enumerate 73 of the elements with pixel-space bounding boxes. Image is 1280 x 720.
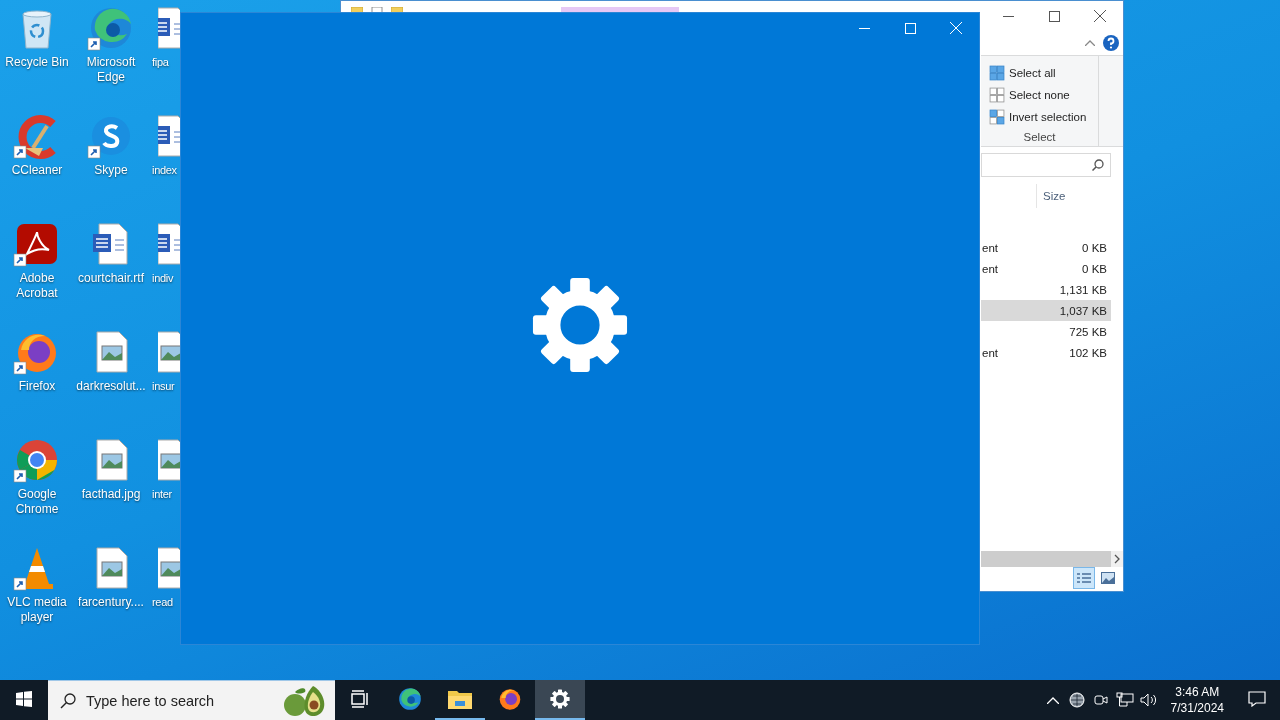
image-icon[interactable] xyxy=(158,328,180,376)
close-icon[interactable] xyxy=(1094,10,1106,22)
desktop-icon-label: Microsoft Edge xyxy=(85,55,137,85)
ribbon-group-label: Select xyxy=(1022,131,1057,143)
file-row[interactable]: ent 0 KB xyxy=(981,258,1111,279)
network-icon[interactable] xyxy=(1115,692,1134,708)
maximize-icon[interactable] xyxy=(1048,10,1060,22)
desktop-icon-label: fipa xyxy=(152,55,169,70)
desktop-icon-label: courtchair.rtf xyxy=(78,271,144,286)
details-view-icon xyxy=(1077,572,1091,584)
notification-icon xyxy=(1248,691,1266,707)
grid-icon xyxy=(989,65,1005,81)
grid-icon xyxy=(989,87,1005,103)
file-row[interactable]: 1,037 KB xyxy=(981,300,1111,321)
table-cell: ent xyxy=(982,241,998,254)
table-cell: 102 KB xyxy=(1069,346,1107,359)
table-cell: 0 KB xyxy=(1082,241,1107,254)
word-icon[interactable] xyxy=(158,112,180,160)
desktop-icon-label: VLC media player xyxy=(6,595,68,625)
ribbon-command[interactable]: Invert selection xyxy=(989,106,1098,128)
help-icon[interactable] xyxy=(1103,35,1119,51)
task-view-icon xyxy=(350,690,370,708)
ribbon-command[interactable]: Select all xyxy=(989,62,1098,84)
desktop-icon-label: Adobe Acrobat xyxy=(15,271,59,301)
search-icon xyxy=(60,692,76,709)
file-row[interactable]: 1,131 KB xyxy=(981,279,1111,300)
firefox-icon xyxy=(497,686,523,712)
camera-icon[interactable] xyxy=(1092,692,1109,708)
globe-icon[interactable] xyxy=(1068,692,1085,708)
ribbon-command[interactable]: Select none xyxy=(989,84,1098,106)
desktop-icon-label: Skype xyxy=(94,163,128,178)
settings-icon xyxy=(550,689,570,709)
desktop-icon-label: indiv xyxy=(152,271,174,286)
folder-icon xyxy=(447,688,473,710)
column-header[interactable]: Size xyxy=(1036,184,1113,208)
table-cell: 725 KB xyxy=(1069,325,1107,338)
settings-icon xyxy=(531,275,629,374)
picture-view-icon xyxy=(1101,572,1115,584)
word-icon[interactable] xyxy=(158,220,180,268)
desktop-icon-label: Firefox xyxy=(18,379,56,394)
desktop-icon-label: read xyxy=(152,595,173,610)
desktop-icon-label: index xyxy=(152,163,177,178)
file-row[interactable]: ent 102 KB xyxy=(981,342,1111,363)
desktop-icon-label: darkresolut... xyxy=(76,379,146,394)
table-cell: ent xyxy=(982,346,998,359)
details-view-button[interactable] xyxy=(1073,567,1095,589)
windows-logo-icon xyxy=(16,691,32,707)
taskbar-app-button[interactable] xyxy=(535,680,585,720)
table-cell: 1,131 KB xyxy=(1059,283,1107,296)
search-field[interactable]: Type here to search xyxy=(48,680,335,720)
clock[interactable]: 3:46 AM 7/31/2024 xyxy=(1160,684,1234,716)
desktop-icon-label: farcentury.... xyxy=(78,595,144,610)
avocado-icon xyxy=(281,683,327,718)
desktop-icon-label: Google Chrome xyxy=(14,487,60,517)
table-cell: ent xyxy=(982,262,998,275)
image-icon[interactable] xyxy=(158,544,180,592)
table-cell: 1,037 KB xyxy=(1059,304,1107,317)
desktop-icon-label: facthad.jpg xyxy=(81,487,141,502)
word-icon[interactable] xyxy=(158,4,180,52)
desktop-icon-label: inter xyxy=(152,487,172,502)
image-icon[interactable] xyxy=(158,436,180,484)
desktop-icon-label: Recycle Bin xyxy=(5,55,69,70)
volume-icon[interactable] xyxy=(1139,692,1158,708)
desktop-icon-label: CCleaner xyxy=(11,163,63,178)
table-cell: 0 KB xyxy=(1082,262,1107,275)
file-row[interactable]: ent 0 KB xyxy=(981,237,1111,258)
edge-icon xyxy=(397,686,423,712)
scrollbar-thumb[interactable] xyxy=(981,551,1111,567)
file-row[interactable]: 725 KB xyxy=(981,321,1111,342)
desktop-icon-label: insur xyxy=(152,379,175,394)
search-field[interactable] xyxy=(981,153,1111,177)
search-icon xyxy=(1092,159,1104,171)
grid-icon xyxy=(989,109,1005,125)
